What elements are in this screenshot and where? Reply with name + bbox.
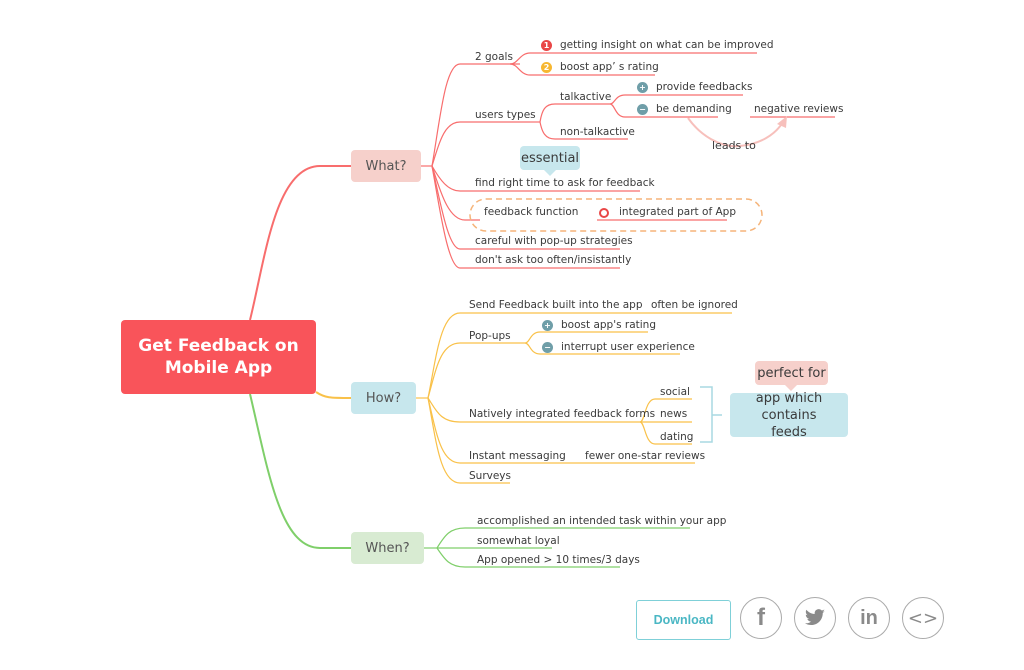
minus-icon: − xyxy=(637,104,648,115)
subtopic-pop-ups[interactable]: Pop-ups xyxy=(469,330,511,343)
subtopic-instant-messaging[interactable]: Instant messaging xyxy=(469,450,566,463)
subtopic-often-ignored[interactable]: often be ignored xyxy=(651,299,738,312)
linkedin-icon: in xyxy=(860,606,878,629)
subtopic-send-feedback[interactable]: Send Feedback built into the app xyxy=(469,299,643,312)
subtopic-careful[interactable]: careful with pop-up strategies xyxy=(475,235,633,248)
callout-essential[interactable]: essential xyxy=(520,146,580,176)
when-item[interactable]: somewhat loyal xyxy=(477,535,560,548)
central-topic-line1: Get Feedback on xyxy=(138,336,299,356)
relationship-label[interactable]: leads to xyxy=(712,139,756,152)
priority-2-icon: 2 xyxy=(541,62,552,73)
subtopic-fewer-reviews[interactable]: fewer one-star reviews xyxy=(585,450,705,463)
form-item-dating[interactable]: dating xyxy=(660,431,693,444)
central-topic[interactable]: Get Feedback on Mobile App xyxy=(121,320,316,394)
leads-to-arrowhead xyxy=(777,116,787,128)
when-item[interactable]: accomplished an intended task within you… xyxy=(477,515,726,528)
subtopic-feedback-function[interactable]: feedback function xyxy=(484,206,578,219)
form-item-news[interactable]: news xyxy=(660,408,687,421)
summary-brace xyxy=(700,386,722,443)
summary-line1: app which contains xyxy=(755,390,823,423)
subtopic-dont-ask[interactable]: don't ask too often/insistantly xyxy=(475,254,631,267)
plus-icon: + xyxy=(637,82,648,93)
topic-what[interactable]: What? xyxy=(351,150,421,182)
goal-item[interactable]: boost app’ s rating xyxy=(560,61,659,74)
priority-1-icon: 1 xyxy=(541,40,552,51)
form-item-social[interactable]: social xyxy=(660,386,690,399)
talkactive-item[interactable]: provide feedbacks xyxy=(656,81,752,94)
twitter-share-button[interactable] xyxy=(794,597,836,639)
central-topic-line2: Mobile App xyxy=(164,358,273,378)
twitter-icon xyxy=(805,609,825,626)
subtopic-talkactive[interactable]: talkactive xyxy=(560,91,611,104)
facebook-share-button[interactable]: f xyxy=(740,597,782,639)
topic-when[interactable]: When? xyxy=(351,532,424,564)
subtopic-native-forms[interactable]: Natively integrated feedback forms xyxy=(469,408,655,421)
summary-line2: feeds xyxy=(771,424,807,440)
linkedin-share-button[interactable]: in xyxy=(848,597,890,639)
download-button[interactable]: Download xyxy=(636,600,731,640)
connector-root-when xyxy=(249,393,351,549)
talkactive-item[interactable]: be demanding xyxy=(656,103,732,116)
negative-reviews[interactable]: negative reviews xyxy=(754,103,843,116)
topic-how[interactable]: How? xyxy=(351,382,416,414)
cross-icon xyxy=(599,208,609,218)
popup-item[interactable]: interrupt user experience xyxy=(561,341,695,354)
summary-feeds[interactable]: app which contains feeds xyxy=(730,390,848,440)
when-item[interactable]: App opened > 10 times/3 days xyxy=(477,554,640,567)
callout-perfect-for[interactable]: perfect for xyxy=(755,361,828,391)
subtopic-users-types[interactable]: users types xyxy=(475,109,536,122)
connector-root-how xyxy=(315,391,352,399)
connector-root-what xyxy=(249,165,351,321)
popup-item[interactable]: boost app's rating xyxy=(561,319,656,332)
subtopic-integrated-part[interactable]: integrated part of App xyxy=(619,206,736,219)
facebook-icon: f xyxy=(757,604,765,631)
goal-item[interactable]: getting insight on what can be improved xyxy=(560,39,774,52)
plus-icon: + xyxy=(542,320,553,331)
embed-icon: <> xyxy=(907,607,939,629)
subtopic-non-talkactive[interactable]: non-talkactive xyxy=(560,126,635,139)
minus-icon: − xyxy=(542,342,553,353)
subtopic-find-right-time[interactable]: find right time to ask for feedback xyxy=(475,177,655,190)
subtopic-surveys[interactable]: Surveys xyxy=(469,470,511,483)
embed-button[interactable]: <> xyxy=(902,597,944,639)
subtopic-2-goals[interactable]: 2 goals xyxy=(475,51,513,64)
